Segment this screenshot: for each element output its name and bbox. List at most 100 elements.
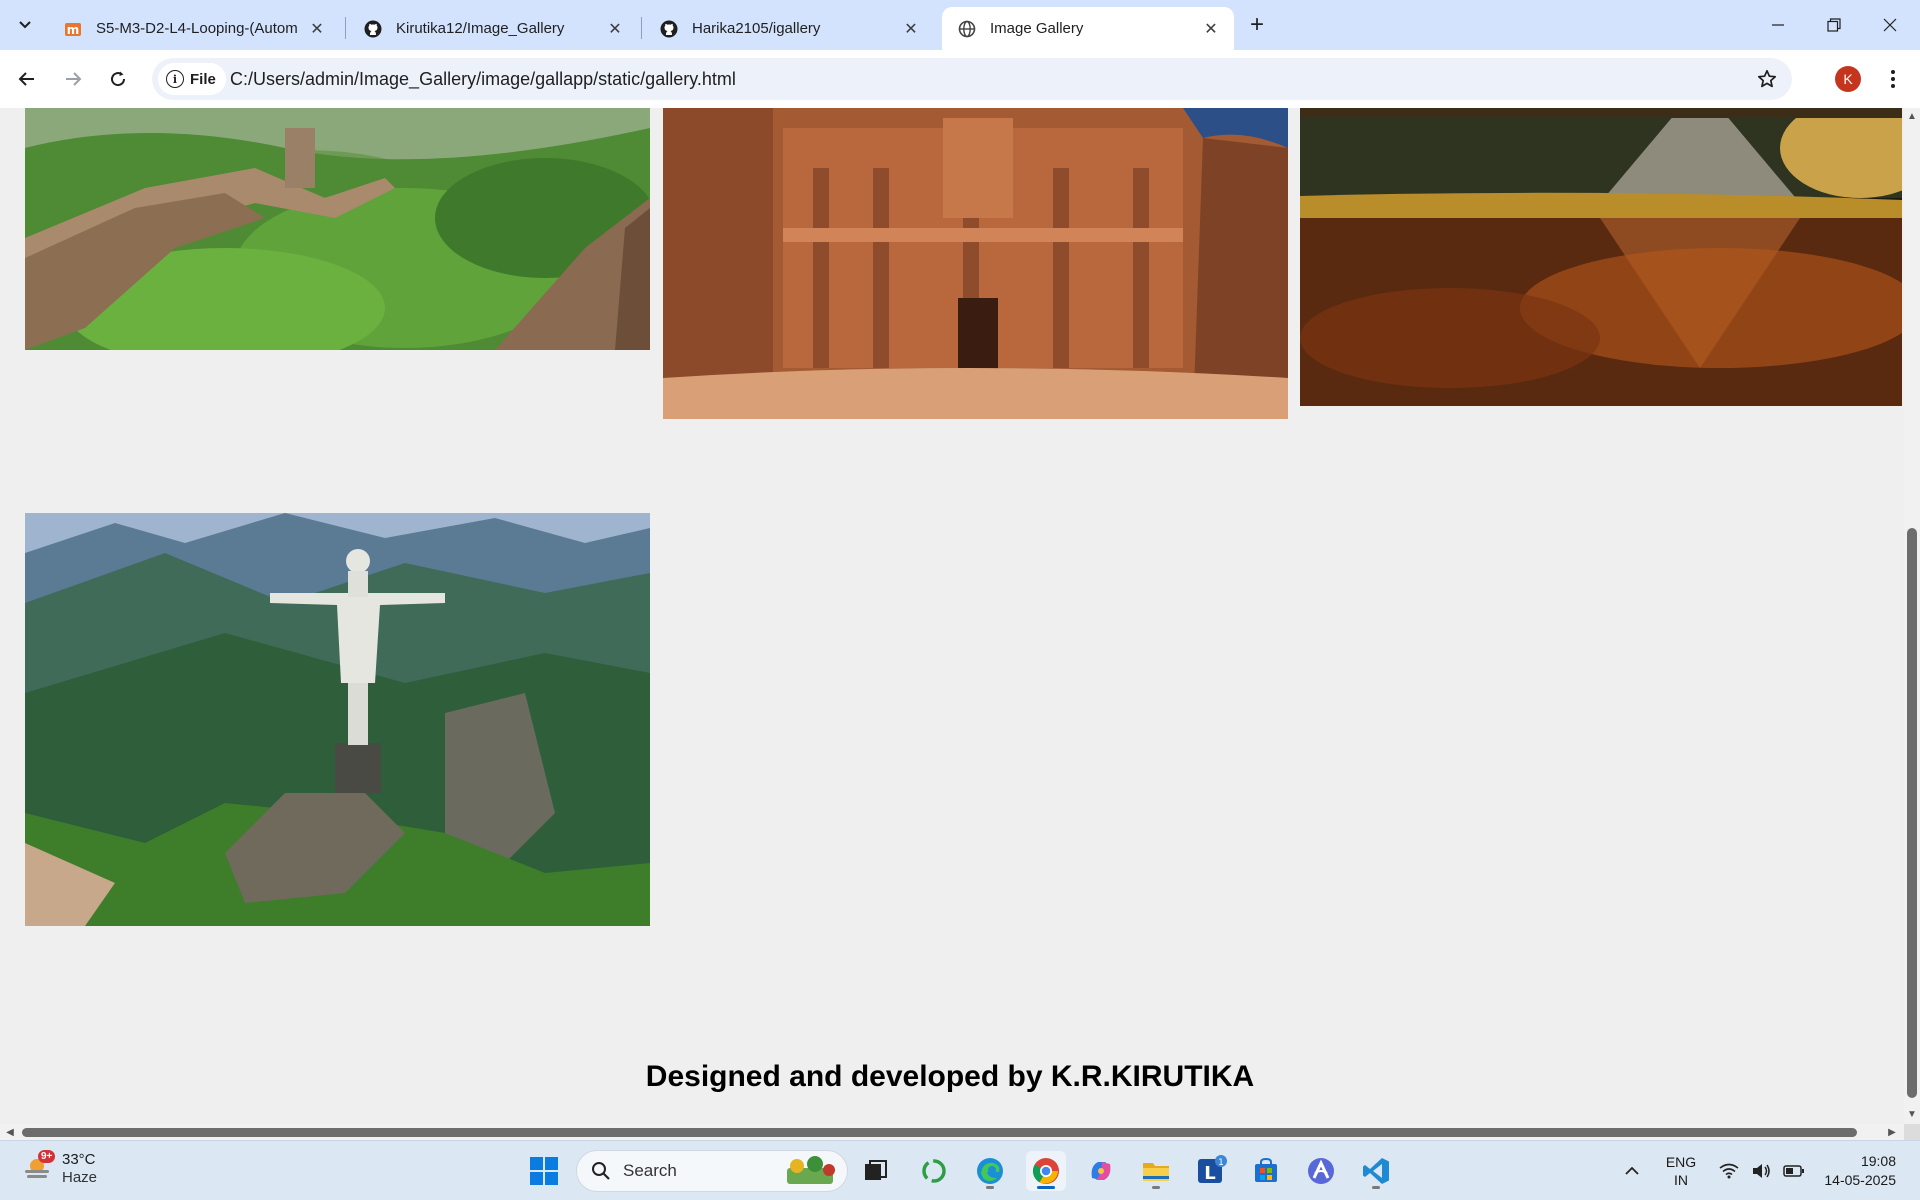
scroll-right-arrow-icon[interactable]: ▶ [1884, 1124, 1900, 1140]
scroll-left-arrow-icon[interactable]: ◀ [2, 1124, 18, 1140]
notification-badge: 9+ [38, 1150, 56, 1163]
arc-icon [1308, 1158, 1334, 1184]
edge-icon [977, 1158, 1003, 1184]
close-window-button[interactable] [1862, 0, 1918, 50]
tab-title: Image Gallery [990, 20, 1084, 37]
windows-taskbar: 9+ 33°C Haze Search L1 ENG IN 19:08 14-0… [0, 1140, 1920, 1200]
restore-icon [1827, 18, 1841, 32]
gallery-image-great-wall[interactable] [25, 108, 650, 350]
minimize-icon [1772, 24, 1784, 26]
back-button[interactable] [9, 61, 45, 97]
taskbar-search[interactable]: Search [576, 1150, 848, 1192]
tab-title: Kirutika12/Image_Gallery [396, 20, 565, 37]
tab-looping[interactable]: m S5-M3-D2-L4-Looping-(Autom ✕ [48, 7, 340, 50]
vscode-icon [1363, 1158, 1389, 1184]
system-clock[interactable]: 19:08 14-05-2025 [1814, 1141, 1896, 1200]
tab-image-gallery[interactable]: Image Gallery ✕ [942, 7, 1234, 50]
browser-menu-button[interactable] [1878, 63, 1908, 95]
more-vertical-icon [1891, 70, 1895, 88]
copilot-icon [1091, 1162, 1111, 1180]
app-badge: 1 [1218, 1158, 1224, 1168]
browser-toolbar: i File C:/Users/admin/Image_Gallery/imag… [0, 50, 1920, 108]
battery-icon [1783, 1165, 1804, 1177]
tab-separator [641, 17, 642, 39]
gallery-image-chichen-itza[interactable] [1300, 108, 1902, 406]
taskbar-app-chrome[interactable] [1026, 1151, 1066, 1191]
windows-logo-icon [530, 1157, 558, 1185]
profile-avatar[interactable]: K [1835, 66, 1861, 92]
taskbar-app-arc[interactable] [1301, 1151, 1341, 1191]
task-view-icon [865, 1160, 887, 1180]
close-icon[interactable]: ✕ [306, 18, 328, 40]
language-region: IN [1674, 1172, 1688, 1188]
arrow-left-icon [18, 72, 34, 86]
l-app-icon: L1 [1198, 1155, 1227, 1184]
taskbar-app-store[interactable] [1246, 1151, 1286, 1191]
horizontal-scrollbar[interactable]: ◀ ▶ [0, 1124, 1904, 1140]
search-icon [592, 1162, 610, 1180]
minimize-button[interactable] [1750, 0, 1806, 50]
vertical-scroll-thumb[interactable] [1907, 528, 1917, 1098]
restore-button[interactable] [1806, 0, 1862, 50]
circular-arrows-icon [922, 1159, 946, 1183]
footer-credit: Designed and developed by K.R.KIRUTIKA [645, 1060, 1255, 1093]
start-button[interactable] [524, 1151, 564, 1191]
taskbar-app-edge[interactable] [970, 1151, 1010, 1191]
address-bar[interactable]: i File C:/Users/admin/Image_Gallery/imag… [152, 58, 1792, 100]
globe-icon [958, 20, 976, 38]
show-hidden-icons-button[interactable] [1612, 1141, 1652, 1200]
vertical-scrollbar[interactable]: ▲ ▼ [1904, 108, 1920, 1124]
running-indicator [1152, 1186, 1160, 1189]
taskbar-app-file-explorer[interactable] [1136, 1151, 1176, 1191]
url-text[interactable]: C:/Users/admin/Image_Gallery/image/galla… [230, 58, 736, 100]
chichen-itza-photo [1300, 108, 1902, 406]
scrollbar-corner [1904, 1124, 1920, 1140]
language-indicator[interactable]: ENG IN [1658, 1141, 1704, 1200]
folder-icon [1143, 1163, 1169, 1181]
svg-text:L: L [1204, 1163, 1215, 1184]
task-view-button[interactable] [856, 1151, 896, 1191]
gallery-image-christ-redeemer[interactable] [25, 513, 650, 926]
site-info-chip[interactable]: i File [158, 63, 226, 95]
scroll-up-arrow-icon[interactable]: ▲ [1904, 108, 1920, 124]
taskbar-app-vscode[interactable] [1356, 1151, 1396, 1191]
tab-strip: m S5-M3-D2-L4-Looping-(Autom ✕ Kirutika1… [0, 0, 1920, 50]
close-icon[interactable]: ✕ [604, 18, 626, 40]
volume-icon [1753, 1164, 1770, 1178]
taskbar-app-l[interactable]: L1 [1191, 1151, 1231, 1191]
christ-redeemer-photo [25, 513, 650, 926]
language-code: ENG [1665, 1154, 1697, 1170]
scroll-down-arrow-icon[interactable]: ▼ [1904, 1106, 1920, 1122]
star-icon [1757, 69, 1777, 88]
close-icon[interactable]: ✕ [900, 18, 922, 40]
taskbar-app-refresh[interactable] [914, 1151, 954, 1191]
page-viewport: Designed and developed by K.R.KIRUTIKA [0, 108, 1904, 1124]
store-icon [1255, 1157, 1277, 1182]
tab-search-button[interactable] [8, 8, 42, 42]
close-icon[interactable]: ✕ [1200, 18, 1222, 40]
reload-icon [111, 71, 126, 87]
weather-widget[interactable]: 9+ 33°C Haze [22, 1150, 98, 1187]
new-tab-button[interactable]: + [1242, 10, 1272, 40]
search-label: Search [623, 1161, 677, 1180]
svg-text:m: m [67, 23, 80, 37]
tab-harika-repo[interactable]: Harika2105/igallery ✕ [644, 7, 934, 50]
close-icon [1883, 18, 1897, 32]
forward-button[interactable] [55, 61, 91, 97]
quick-settings-button[interactable] [1712, 1141, 1812, 1200]
tab-kirutika-repo[interactable]: Kirutika12/Image_Gallery ✕ [348, 7, 638, 50]
wifi-icon [1719, 1163, 1739, 1179]
running-indicator [1372, 1186, 1380, 1189]
weather-condition: Haze [62, 1169, 98, 1186]
weather-temperature: 33°C [62, 1151, 96, 1168]
petra-photo [663, 108, 1288, 419]
taskbar-app-copilot[interactable] [1081, 1151, 1121, 1191]
great-wall-photo [25, 108, 650, 350]
bookmark-star-button[interactable] [1752, 58, 1782, 100]
running-indicator [986, 1186, 994, 1189]
m-brand-icon: m [64, 20, 82, 38]
reload-button[interactable] [100, 61, 136, 97]
gallery-image-petra[interactable] [663, 108, 1288, 419]
tab-separator [345, 17, 346, 39]
horizontal-scroll-thumb[interactable] [22, 1128, 1857, 1137]
